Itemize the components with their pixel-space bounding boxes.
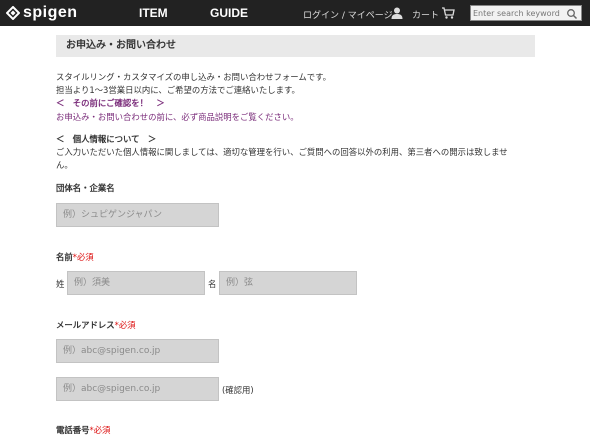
phone-label-text: 電話番号 — [56, 425, 90, 435]
privacy-text-continued: ん。 — [56, 160, 73, 170]
last-name-field[interactable] — [67, 271, 205, 295]
search-box — [470, 5, 582, 21]
spigen-logo-icon — [6, 6, 20, 20]
spigen-logo[interactable]: spigen — [6, 4, 78, 22]
intro-text-line2: 担当より1～3営業日以内に、ご希望の方法でご連絡いたします。 — [56, 85, 300, 95]
first-name-field[interactable] — [219, 271, 357, 295]
logo-text: spigen — [23, 4, 78, 21]
section-title: お申込み・お問い合わせ — [56, 35, 535, 57]
phone-label: 電話番号*必須 — [56, 424, 110, 436]
sei-label: 姓 — [56, 279, 65, 289]
name-label-text: 名前 — [56, 252, 73, 262]
search-input[interactable] — [471, 6, 569, 20]
company-field[interactable] — [56, 203, 219, 227]
login-mypage-link[interactable]: ログイン / マイページ — [303, 8, 393, 21]
top-navigation-bar: spigen ITEM GUIDE ログイン / マイページ カート — [0, 0, 590, 26]
user-icon[interactable] — [390, 6, 404, 20]
email-confirm-field[interactable] — [56, 377, 219, 401]
required-mark: *必須 — [114, 320, 136, 330]
cart-icon[interactable] — [441, 6, 455, 20]
confirm-text[interactable]: お申込み・お問い合わせの前に、必ず商品説明をご覧ください。 — [56, 111, 299, 123]
nav-item-guide[interactable]: GUIDE — [210, 6, 248, 20]
email-label-text: メールアドレス — [56, 320, 115, 330]
privacy-heading: ＜ 個人情報について ＞ — [56, 134, 157, 144]
cart-link[interactable]: カート — [412, 8, 439, 21]
required-mark: *必須 — [89, 425, 111, 435]
mei-label: 名 — [208, 279, 217, 289]
intro-text-line1: スタイルリング・カスタマイズの申し込み・お問い合わせフォームです。 — [56, 72, 332, 82]
nav-item-item[interactable]: ITEM — [139, 6, 168, 20]
email-label: メールアドレス*必須 — [56, 319, 136, 331]
company-label: 団体名・企業名 — [56, 183, 115, 193]
name-label: 名前*必須 — [56, 251, 94, 263]
email-confirm-note: (確認用) — [222, 385, 254, 395]
required-mark: *必須 — [72, 252, 94, 262]
email-field[interactable] — [56, 339, 219, 363]
search-icon[interactable] — [566, 8, 578, 20]
confirm-heading: ＜ その前にご確認を！ ＞ — [56, 98, 165, 108]
privacy-text: ご入力いただいた個人情報に関しましては、適切な管理を行い、ご質問への回答以外の利… — [56, 147, 508, 157]
